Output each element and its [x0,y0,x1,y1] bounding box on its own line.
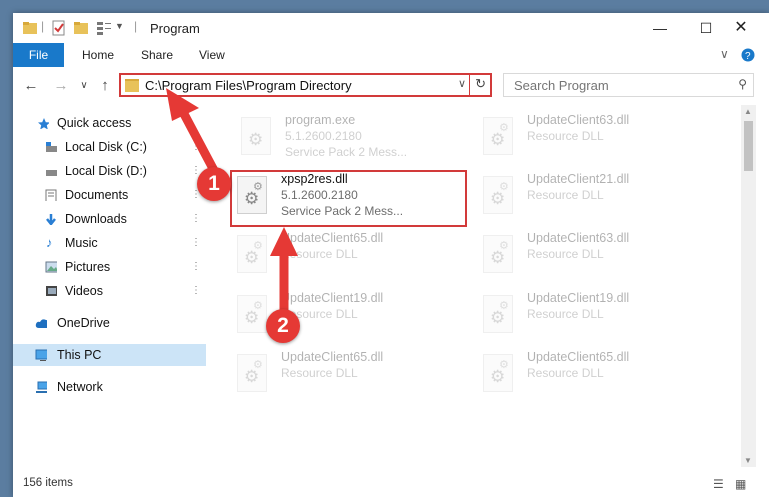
arrow-to-address-bar [166,88,223,183]
annotation-arrows [166,88,298,315]
step-badge-2: 2 [266,309,300,343]
step-badge-1: 1 [197,167,231,201]
arrow-to-file [270,227,298,315]
